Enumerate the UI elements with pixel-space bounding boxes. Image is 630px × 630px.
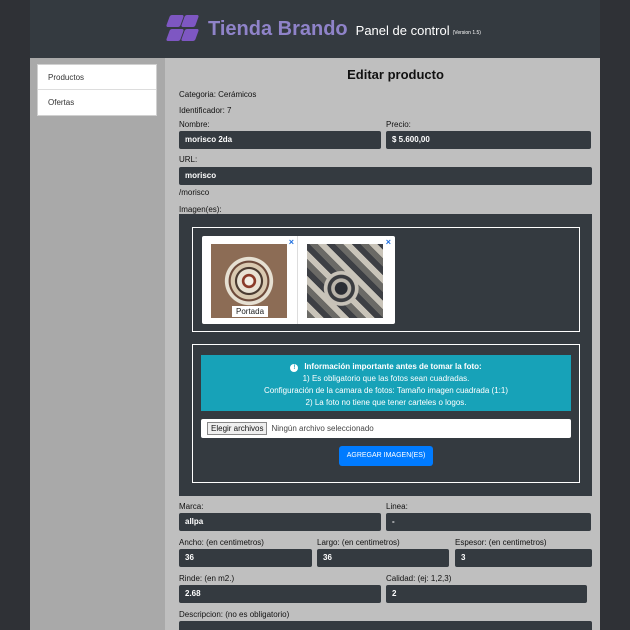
- precio-input[interactable]: $ 5.600,00: [386, 131, 591, 149]
- espesor-input[interactable]: 3: [455, 549, 592, 567]
- main-content: Editar producto Categoria: Cerámicos Ide…: [179, 58, 592, 630]
- brand[interactable]: Tienda Brando Panel de control (Version …: [165, 14, 481, 44]
- page-title: Editar producto: [347, 67, 444, 82]
- category-text: Categoria: Cerámicos: [179, 90, 257, 99]
- info-line-2: Configuración de la camara de fotos: Tam…: [264, 386, 508, 395]
- sidebar-item-productos[interactable]: Productos: [38, 65, 156, 90]
- image-thumbnail[interactable]: ×: [298, 236, 394, 324]
- image-gallery-box: × Portada ×: [192, 227, 580, 332]
- nombre-label: Nombre:: [179, 120, 210, 129]
- info-title: Información importante antes de tomar la…: [304, 362, 482, 371]
- marca-input[interactable]: allpa: [179, 513, 381, 531]
- sidebar-menu: Productos Ofertas: [37, 64, 157, 116]
- rinde-label: Rinde: (en m2.): [179, 574, 235, 583]
- sidebar: Productos Ofertas: [30, 58, 165, 630]
- info-line-1: 1) Es obligatorio que las fotos sean cua…: [302, 374, 470, 383]
- portada-label: Portada: [232, 306, 269, 317]
- descripcion-label: Descripcion: (no es obligatorio): [179, 610, 290, 619]
- choose-files-button[interactable]: Elegir archivos: [207, 422, 268, 435]
- linea-label: Linea:: [386, 502, 408, 511]
- upload-box: ! Información importante antes de tomar l…: [192, 344, 580, 483]
- largo-label: Largo: (en centimetros): [317, 538, 400, 547]
- linea-input[interactable]: -: [386, 513, 591, 531]
- version-label: (Version 1.5): [452, 30, 481, 36]
- info-alert: ! Información importante antes de tomar l…: [201, 355, 571, 411]
- brand-logo-icon: [165, 14, 200, 44]
- image-thumbnails: × Portada ×: [202, 236, 395, 324]
- descripcion-textarea[interactable]: [179, 621, 592, 630]
- precio-label: Precio:: [386, 120, 411, 129]
- url-input[interactable]: morisco: [179, 167, 592, 185]
- rinde-input[interactable]: 2.68: [179, 585, 381, 603]
- image-thumbnail[interactable]: × Portada: [202, 236, 298, 324]
- panel-title: Panel de control: [355, 23, 450, 38]
- info-icon: !: [290, 364, 299, 372]
- brand-name: Tienda Brando: [208, 17, 348, 40]
- largo-input[interactable]: 36: [317, 549, 449, 567]
- calidad-label: Calidad: (ej: 1,2,3): [386, 574, 452, 583]
- add-images-button[interactable]: AGREGAR IMAGEN(ES): [339, 446, 433, 466]
- images-panel: × Portada × ! Información importante ante…: [179, 214, 592, 496]
- top-navbar: Tienda Brando Panel de control (Version …: [30, 0, 600, 58]
- url-path: /morisco: [179, 188, 210, 197]
- nombre-input[interactable]: morisco 2da: [179, 131, 381, 149]
- imagenes-label: Imagen(es):: [179, 205, 222, 214]
- url-label: URL:: [179, 155, 198, 164]
- ancho-label: Ancho: (en centimetros): [179, 538, 264, 547]
- ancho-input[interactable]: 36: [179, 549, 312, 567]
- file-status: Ningún archivo seleccionado: [271, 424, 374, 433]
- file-input[interactable]: Elegir archivos Ningún archivo seleccion…: [201, 419, 571, 438]
- info-line-3: 2) La foto no tiene que tener carteles o…: [305, 398, 467, 407]
- remove-image-icon[interactable]: ×: [289, 237, 294, 247]
- espesor-label: Espesor: (en centimetros): [455, 538, 547, 547]
- tile-image-2: [307, 244, 383, 318]
- marca-label: Marca:: [179, 502, 204, 511]
- sidebar-item-ofertas[interactable]: Ofertas: [38, 90, 156, 115]
- remove-image-icon[interactable]: ×: [386, 237, 391, 247]
- calidad-input[interactable]: 2: [386, 585, 587, 603]
